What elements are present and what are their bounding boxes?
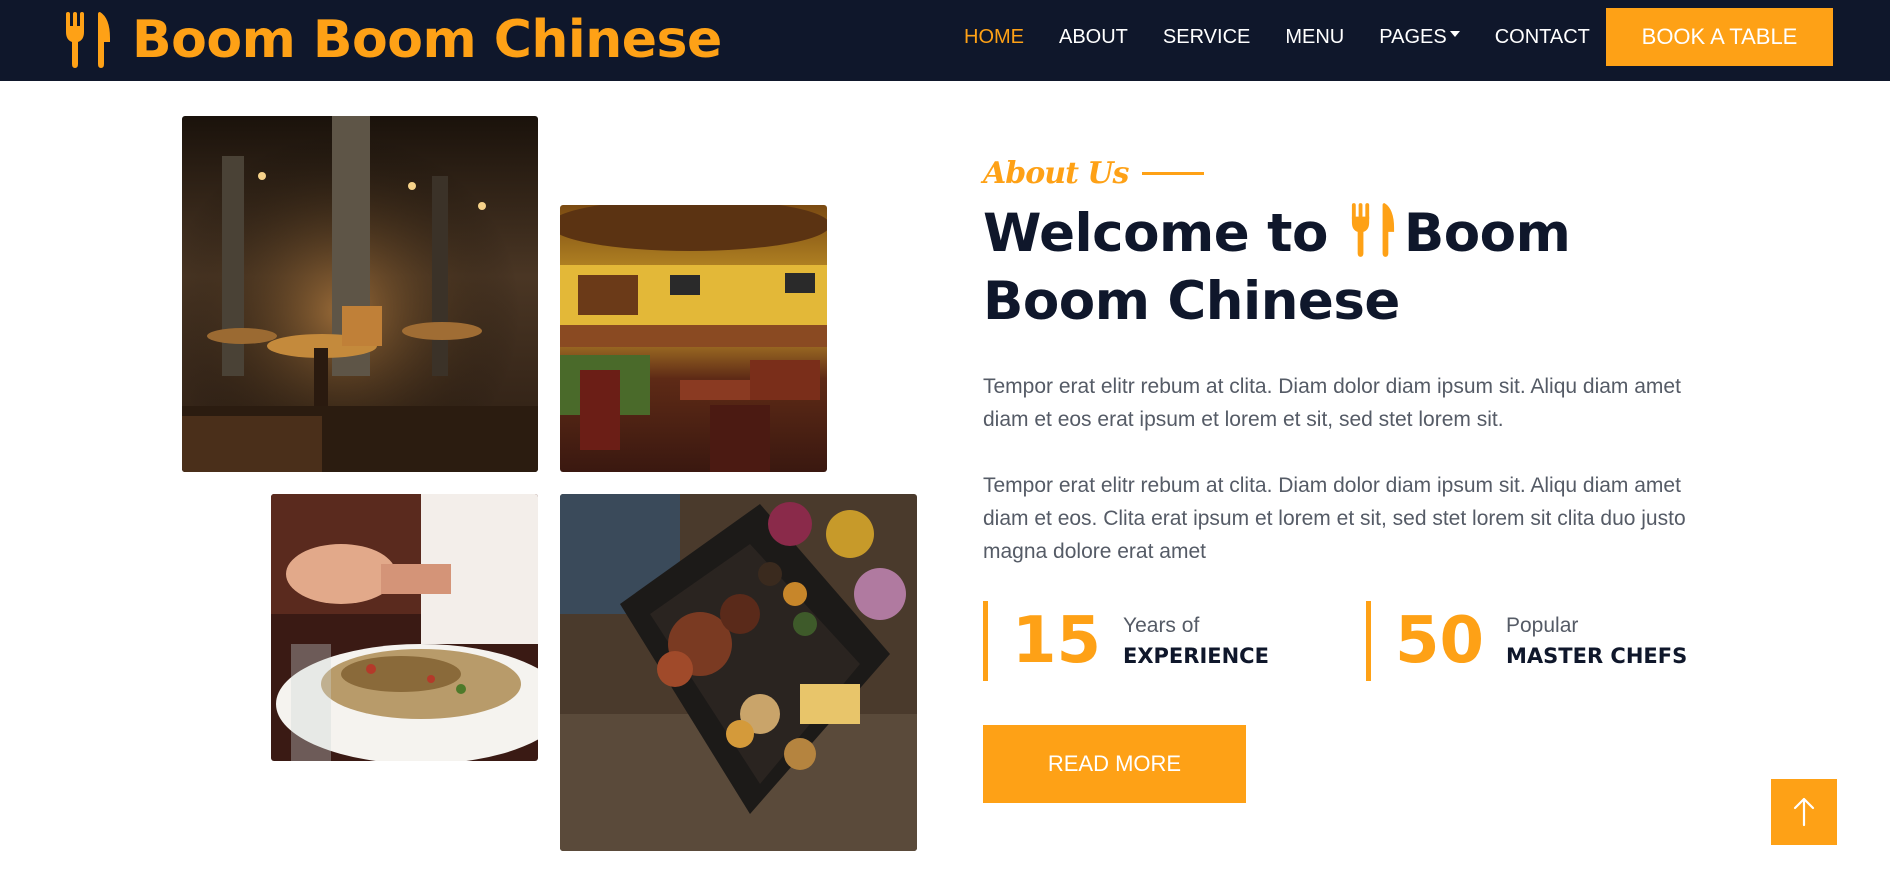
stat-label-small: Popular [1506, 614, 1579, 637]
stat-number: 50 [1395, 604, 1485, 678]
navbar: Boom Boom Chinese HOME ABOUT SERVICE MEN… [0, 0, 1890, 81]
nav-menu[interactable]: MENU [1285, 26, 1344, 49]
grilled-platter-image [560, 494, 917, 851]
book-a-table-button[interactable]: BOOK A TABLE [1606, 8, 1833, 66]
utensils-icon [1351, 203, 1394, 257]
arrow-up-icon [1793, 797, 1815, 827]
stat-master-chefs: 50 Popular MASTER CHEFS [1366, 601, 1687, 681]
stat-label-big: EXPERIENCE [1123, 644, 1269, 668]
utensils-icon [66, 12, 110, 68]
about-us-tag: About Us [983, 156, 1205, 191]
restaurant-interior-image [182, 116, 538, 472]
tag-divider [1142, 172, 1205, 175]
brand-name: Boom Boom Chinese [132, 10, 722, 70]
stat-experience: 15 Years of EXPERIENCE [983, 601, 1269, 681]
welcome-prefix: Welcome to [983, 203, 1328, 264]
restaurant-bar-image [560, 205, 827, 472]
about-paragraph-2: Tempor erat elitr rebum at clita. Diam d… [983, 474, 1686, 563]
read-more-button[interactable]: READ MORE [983, 725, 1246, 803]
brand-logo[interactable]: Boom Boom Chinese [64, 6, 722, 74]
nav-service[interactable]: SERVICE [1163, 26, 1250, 49]
salad-plate-image [271, 494, 538, 761]
caret-down-icon [1449, 31, 1460, 38]
welcome-heading: Welcome to Boom Boom Chinese [983, 200, 1743, 336]
about-paragraph-1: Tempor erat elitr rebum at clita. Diam d… [983, 375, 1681, 431]
stat-label-small: Years of [1123, 614, 1200, 637]
stat-number: 15 [1012, 604, 1102, 678]
nav-home[interactable]: HOME [964, 26, 1024, 49]
section-tag-label: About Us [983, 156, 1129, 191]
nav-pages-label: PAGES [1379, 25, 1447, 48]
nav-about[interactable]: ABOUT [1059, 26, 1128, 49]
nav-pages-dropdown[interactable]: PAGES [1379, 25, 1460, 49]
back-to-top-button[interactable] [1771, 779, 1837, 845]
main-nav: HOME ABOUT SERVICE MENU PAGES CONTACT [964, 0, 1625, 74]
nav-contact[interactable]: CONTACT [1495, 26, 1590, 49]
stat-label-big: MASTER CHEFS [1506, 644, 1688, 668]
